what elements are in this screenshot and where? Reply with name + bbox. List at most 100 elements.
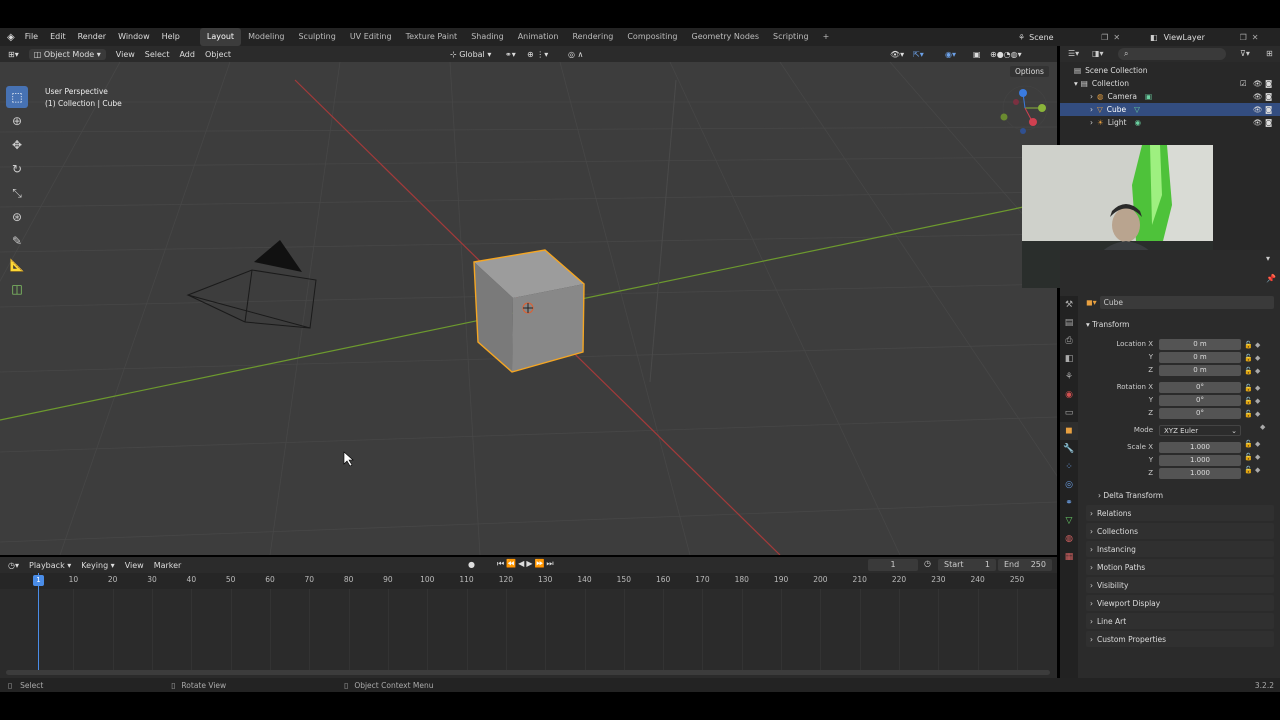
snap-icon[interactable]: ⊕ ⋮▾ [522, 50, 553, 59]
outliner-row-light[interactable]: › ☀ Light ◉ 👁 ◙ [1060, 116, 1280, 129]
tab-animation[interactable]: Animation [511, 28, 566, 46]
transform-panel-header[interactable]: ▾ Transform [1086, 318, 1274, 331]
lock-icon[interactable]: 🔓 ◆ [1244, 464, 1272, 477]
camera-render-icon[interactable]: ◙ [1265, 118, 1272, 127]
particles-tab-icon[interactable]: ⁘ [1060, 458, 1078, 476]
camera-render-icon[interactable]: ◙ [1265, 92, 1272, 101]
scale-z-field[interactable]: 1.000 [1159, 468, 1241, 479]
gizmo-icon[interactable]: ⇱▾ [908, 50, 929, 59]
cursor-tool-icon[interactable]: ⊕ [6, 110, 28, 132]
tab-shading[interactable]: Shading [464, 28, 511, 46]
rotation-x-field[interactable]: 0° [1159, 382, 1241, 393]
object-tab-icon[interactable]: ◼ [1060, 422, 1078, 440]
world-tab-icon[interactable]: ◉ [1060, 386, 1078, 404]
rotation-mode-dropdown[interactable]: XYZ Euler ⌄ [1159, 425, 1241, 436]
expand-icon[interactable]: › [1090, 118, 1093, 127]
menu-object[interactable]: Object [200, 50, 236, 59]
view-layer-tab-icon[interactable]: ◧ [1060, 350, 1078, 368]
xray-icon[interactable]: ▣ [968, 50, 986, 59]
lock-icon[interactable]: 🔓 ◆ [1244, 438, 1272, 451]
outliner-row-camera[interactable]: › ◍ Camera ▣ 👁 ◙ [1060, 90, 1280, 103]
expand-icon[interactable]: › [1090, 105, 1093, 114]
viewlayer-selector[interactable]: ◧ ViewLayer ❐ ✕ [1150, 30, 1258, 44]
blender-logo-icon[interactable]: ◈ [0, 32, 19, 43]
frame-ruler[interactable]: 10 20 30 40 50 60 70 80 90 100 110 120 130 140 150 160 1… [0, 573, 1057, 589]
expand-icon[interactable]: ▾ [1074, 79, 1078, 88]
annotate-tool-icon[interactable]: ✎ [6, 230, 28, 252]
orientation-dropdown[interactable]: ⊹ Global ▾ [445, 50, 496, 59]
menu-help[interactable]: Help [156, 28, 186, 46]
move-tool-icon[interactable]: ✥ [6, 134, 28, 156]
add-workspace-button[interactable]: + [816, 28, 837, 46]
lock-icon[interactable]: 🔓 ◆ [1244, 339, 1272, 352]
3d-viewport[interactable]: User Perspective (1) Collection | Cube O… [0, 62, 1057, 555]
menu-view[interactable]: View [111, 50, 140, 59]
record-icon[interactable]: ● [468, 560, 475, 569]
new-collection-icon[interactable]: ⊞ [1266, 49, 1273, 58]
menu-add[interactable]: Add [174, 50, 200, 59]
marker-menu[interactable]: Marker [149, 561, 187, 570]
scale-tool-icon[interactable]: ⤡ [6, 182, 28, 204]
scale-y-field[interactable]: 1.000 [1159, 455, 1241, 466]
physics-tab-icon[interactable]: ◎ [1060, 476, 1078, 494]
modifier-tab-icon[interactable]: 🔧 [1060, 440, 1078, 458]
keyframe-icon[interactable]: ◆ [1244, 421, 1272, 434]
panel-custom-properties[interactable]: › Custom Properties [1086, 631, 1274, 647]
filter-icon[interactable]: ⊽▾ [1240, 49, 1250, 58]
panel-line-art[interactable]: › Line Art [1086, 613, 1274, 629]
timeline-area[interactable]: 10 20 30 40 50 60 70 80 90 100 110 120 130 140 150 160 1… [0, 573, 1057, 678]
clock-icon[interactable]: ◷ [924, 559, 931, 568]
location-z-field[interactable]: 0 m [1159, 365, 1241, 376]
editor-type-icon[interactable]: ⊞▾ [0, 50, 24, 59]
start-field[interactable]: Start 1 [938, 559, 996, 571]
output-tab-icon[interactable]: ⎙ [1060, 332, 1078, 350]
playhead[interactable] [38, 573, 39, 670]
outliner-search-field[interactable]: ⌕ [1118, 48, 1226, 60]
close-icon[interactable]: ✕ [1252, 33, 1259, 42]
scale-x-field[interactable]: 1.000 [1159, 442, 1241, 453]
material-tab-icon[interactable]: ◍ [1060, 530, 1078, 548]
copy-icon[interactable]: ❐ [1101, 33, 1108, 42]
tab-geometry-nodes[interactable]: Geometry Nodes [685, 28, 766, 46]
outliner-editor-icon[interactable]: ☰▾ [1068, 49, 1079, 58]
transform-tool-icon[interactable]: ⊛ [6, 206, 28, 228]
tab-layout[interactable]: Layout [199, 28, 242, 46]
overlays-icon[interactable]: ◉▾ [940, 50, 961, 59]
select-box-tool-icon[interactable]: ⬚ [6, 86, 28, 108]
data-tab-icon[interactable]: ▽ [1060, 512, 1078, 530]
timeline-editor-icon[interactable]: ◷▾ [0, 561, 24, 570]
menu-window[interactable]: Window [112, 28, 156, 46]
tab-uv-editing[interactable]: UV Editing [343, 28, 399, 46]
eye-icon[interactable]: 👁 [1253, 79, 1263, 88]
eye-icon[interactable]: 👁 [1253, 118, 1263, 127]
measure-tool-icon[interactable]: 📐 [6, 254, 28, 276]
rotation-y-field[interactable]: 0° [1159, 395, 1241, 406]
playhead-marker[interactable]: 1 [33, 575, 44, 586]
outliner-row-collection[interactable]: ▾ ▤ Collection ☑ 👁 ◙ [1060, 77, 1280, 90]
panel-relations[interactable]: › Relations [1086, 505, 1274, 521]
lock-icon[interactable]: 🔓 ◆ [1244, 365, 1272, 378]
constraints-tab-icon[interactable]: ⚭ [1060, 494, 1078, 512]
rotation-z-field[interactable]: 0° [1159, 408, 1241, 419]
close-icon[interactable]: ✕ [1113, 33, 1120, 42]
keying-menu[interactable]: Keying ▾ [76, 561, 119, 570]
visibility-icon[interactable]: 👁▾ [885, 50, 909, 59]
object-name-field[interactable]: Cube [1099, 296, 1274, 309]
menu-select[interactable]: Select [140, 50, 175, 59]
outliner-row-cube[interactable]: › ▽ Cube ▽ 👁 ◙ [1060, 103, 1280, 116]
tool-tab-icon[interactable]: ⚒ [1060, 296, 1078, 314]
panel-motion-paths[interactable]: › Motion Paths [1086, 559, 1274, 575]
tab-modeling[interactable]: Modeling [241, 28, 291, 46]
location-x-field[interactable]: 0 m [1159, 339, 1241, 350]
render-tab-icon[interactable]: ▤ [1060, 314, 1078, 332]
lock-icon[interactable]: 🔓 ◆ [1244, 395, 1272, 408]
lock-icon[interactable]: 🔓 ◆ [1244, 408, 1272, 421]
eye-icon[interactable]: 👁 [1253, 105, 1263, 114]
panel-collections[interactable]: › Collections [1086, 523, 1274, 539]
scene-selector[interactable]: ⚘ Scene ❐ ✕ [1018, 30, 1120, 44]
current-frame-field[interactable]: 1 [868, 559, 918, 571]
camera-render-icon[interactable]: ◙ [1265, 79, 1272, 88]
playback-menu[interactable]: Playback ▾ [24, 561, 76, 570]
object-mode-dropdown[interactable]: ◫ Object Mode ▾ [24, 48, 111, 60]
object-type-icon[interactable]: ◼▾ [1086, 298, 1097, 307]
